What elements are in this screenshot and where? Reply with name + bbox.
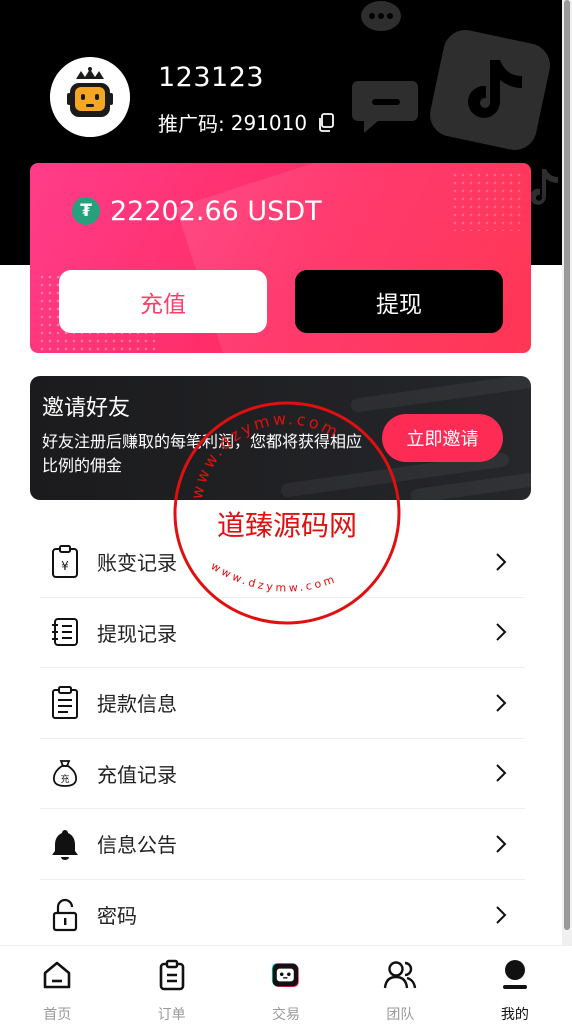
invite-now-button[interactable]: 立即邀请 xyxy=(382,414,503,462)
robot-avatar-icon xyxy=(50,57,130,137)
team-icon xyxy=(383,958,417,992)
menu-item-label: 充值记录 xyxy=(97,762,177,787)
lock-icon xyxy=(50,897,80,933)
robot-icon xyxy=(269,958,303,992)
withdraw-button[interactable]: 提现 xyxy=(295,270,503,333)
profile-icon xyxy=(498,958,532,992)
menu-item-label: 提现记录 xyxy=(97,621,177,646)
invite-title: 邀请好友 xyxy=(42,396,131,421)
menu-item-announcements[interactable]: 信息公告 xyxy=(40,809,525,880)
balance-card: ₮ 22202.66 USDT 充值 提现 xyxy=(30,163,531,353)
tab-team[interactable]: 团队 xyxy=(343,946,457,1024)
invite-banner: 邀请好友 好友注册后赚取的每笔利润，您都将获得相应比例的佣金 立即邀请 xyxy=(30,376,531,500)
dot-pattern-decoration xyxy=(451,171,521,231)
bottom-tab-bar: 首页 订单 交易 团队 我的 xyxy=(0,945,572,1024)
recharge-button[interactable]: 充值 xyxy=(59,270,267,333)
username: 123123 xyxy=(158,62,265,93)
invite-description: 好友注册后赚取的每笔利润，您都将获得相应比例的佣金 xyxy=(42,432,363,475)
stripe-decoration xyxy=(349,376,531,414)
dots-bubble-decoration-icon xyxy=(361,1,401,31)
menu-item-label: 提款信息 xyxy=(97,692,177,717)
yen-clipboard-icon: ¥ xyxy=(50,544,80,580)
menu-item-withdraw-records[interactable]: 提现记录 xyxy=(40,598,525,668)
menu-item-label: 密码 xyxy=(97,904,137,929)
chevron-right-icon xyxy=(496,906,507,924)
menu-list: ¥ 账变记录 提现记录 提款信息 充 充值记录 信息公告 密码 xyxy=(40,527,525,950)
avatar[interactable] xyxy=(50,57,130,137)
tab-home[interactable]: 首页 xyxy=(0,946,114,1024)
balance-amount: 22202.66 USDT xyxy=(110,196,322,227)
tab-label: 团队 xyxy=(386,1007,415,1023)
tab-label: 交易 xyxy=(272,1007,301,1023)
menu-item-label: 账变记录 xyxy=(97,551,177,576)
menu-item-label: 信息公告 xyxy=(97,833,177,858)
referral-line: 推广码: 291010 xyxy=(158,108,335,137)
menu-item-account-changes[interactable]: ¥ 账变记录 xyxy=(40,527,525,598)
chevron-right-icon xyxy=(496,835,507,853)
tether-icon: ₮ xyxy=(72,197,100,225)
svg-text:充: 充 xyxy=(60,773,69,785)
music-note-decoration-icon xyxy=(530,169,558,205)
scrollbar-thumb[interactable] xyxy=(564,0,570,930)
svg-text:¥: ¥ xyxy=(61,559,69,573)
menu-item-recharge-records[interactable]: 充 充值记录 xyxy=(40,739,525,809)
order-clipboard-icon xyxy=(155,958,189,992)
menu-item-password[interactable]: 密码 xyxy=(40,880,525,951)
tab-label: 订单 xyxy=(157,1007,186,1023)
home-icon xyxy=(40,958,74,992)
page-scrollbar[interactable] xyxy=(562,0,572,945)
chat-bubble-decoration-icon xyxy=(352,81,418,133)
notebook-icon xyxy=(50,614,80,650)
tab-orders[interactable]: 订单 xyxy=(114,946,228,1024)
money-bag-icon: 充 xyxy=(50,755,80,791)
chevron-right-icon xyxy=(496,764,507,782)
tab-label: 首页 xyxy=(43,1007,72,1023)
tab-trade[interactable]: 交易 xyxy=(229,946,343,1024)
referral-code: 291010 xyxy=(230,110,308,135)
referral-label: 推广码: xyxy=(158,112,225,136)
tiktok-logo-decoration-icon xyxy=(430,30,550,150)
tab-profile[interactable]: 我的 xyxy=(458,946,572,1024)
chevron-right-icon xyxy=(496,623,507,641)
chevron-right-icon xyxy=(496,553,507,571)
menu-item-withdrawal-info[interactable]: 提款信息 xyxy=(40,668,525,739)
clipboard-list-icon xyxy=(50,685,80,721)
tab-label: 我的 xyxy=(500,1007,529,1023)
copy-icon[interactable] xyxy=(317,112,335,133)
bell-icon xyxy=(50,826,80,862)
chevron-right-icon xyxy=(496,694,507,712)
